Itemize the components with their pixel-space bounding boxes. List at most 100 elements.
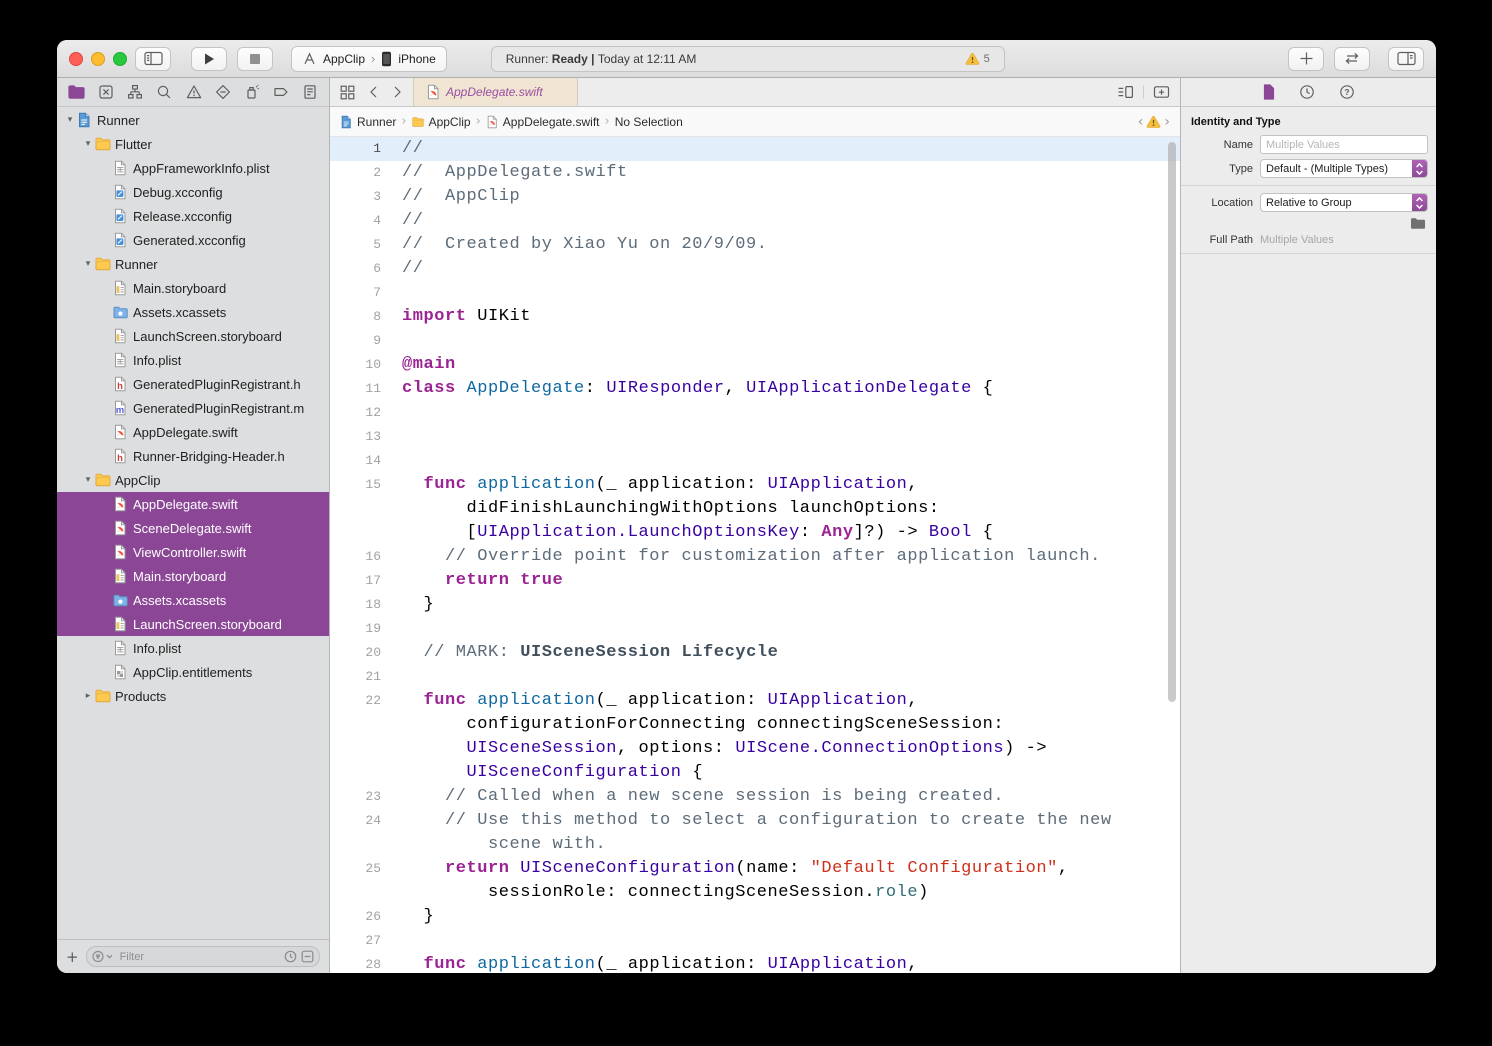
breadcrumb-runner[interactable]: Runner (340, 115, 396, 129)
quick-help-inspector-icon[interactable]: ? (1339, 84, 1355, 100)
file-inspector-icon[interactable] (1262, 84, 1275, 100)
scm-filter-icon[interactable] (301, 950, 314, 963)
name-field[interactable]: Multiple Values (1260, 135, 1428, 154)
tree-item-assets-xcassets[interactable]: Assets.xcassets (57, 300, 329, 324)
type-dropdown[interactable]: Default - (Multiple Types) (1260, 159, 1428, 178)
tree-item-label: AppClip (112, 473, 161, 488)
choose-folder-icon[interactable] (1410, 217, 1426, 230)
prev-issue-button[interactable]: ‹ (1138, 114, 1144, 130)
code-text: func application(_ application: UIApplic… (381, 689, 918, 713)
library-add-button[interactable] (1288, 47, 1324, 71)
entitlements-icon (113, 664, 130, 680)
forward-button[interactable] (392, 85, 403, 99)
name-placeholder: Multiple Values (1266, 139, 1340, 151)
tree-item-generatedpluginregistrant-h[interactable]: hGeneratedPluginRegistrant.h (57, 372, 329, 396)
filter-input[interactable]: Filter (86, 946, 320, 967)
scheme-selector[interactable]: AppClip › iPhone (291, 46, 447, 72)
navigator-tab-bar (57, 78, 329, 107)
tree-item-appclip-entitlements[interactable]: AppClip.entitlements (57, 660, 329, 684)
next-issue-button[interactable]: › (1164, 114, 1170, 130)
line-number: 21 (330, 665, 381, 689)
warning-counter[interactable]: 5 (965, 52, 990, 65)
source-control-navigator-icon[interactable] (98, 84, 114, 100)
tree-item-release-xcconfig[interactable]: Release.xcconfig (57, 204, 329, 228)
breadcrumb-appclip[interactable]: AppClip (412, 115, 471, 129)
tree-item-main-storyboard[interactable]: Main.storyboard (57, 276, 329, 300)
location-dropdown[interactable]: Relative to Group (1260, 193, 1428, 212)
tab-appdelegate[interactable]: AppDelegate.swift (413, 78, 578, 106)
code-line: 4// (330, 209, 1180, 233)
symbol-navigator-icon[interactable] (127, 84, 143, 100)
add-editor-icon[interactable] (1153, 84, 1170, 100)
activity-status-bar[interactable]: Runner: Ready | Today at 12:11 AM 5 (491, 46, 1005, 72)
close-window-button[interactable] (69, 52, 83, 66)
line-number: 16 (330, 545, 381, 569)
tree-item-debug-xcconfig[interactable]: Debug.xcconfig (57, 180, 329, 204)
tree-item-viewcontroller-swift[interactable]: ViewController.swift (57, 540, 329, 564)
test-navigator-icon[interactable] (215, 84, 231, 100)
editor-arrows-button[interactable] (1334, 47, 1370, 71)
adjust-editor-icon[interactable] (1117, 84, 1134, 100)
tree-item-launchscreen-storyboard[interactable]: LaunchScreen.storyboard (57, 612, 329, 636)
history-inspector-icon[interactable] (1299, 84, 1315, 100)
tree-item-products[interactable]: ▸Products (57, 684, 329, 708)
source-code-editor[interactable]: 1//2// AppDelegate.swift3// AppClip4//5/… (330, 137, 1180, 973)
code-line: 2// AppDelegate.swift (330, 161, 1180, 185)
code-text: sessionRole: connectingSceneSession.role… (381, 881, 929, 905)
disclosure-triangle-icon[interactable]: ▾ (81, 259, 95, 269)
back-button[interactable] (368, 85, 379, 99)
tree-item-info-plist[interactable]: Info.plist (57, 348, 329, 372)
related-items-icon[interactable] (340, 85, 355, 100)
code-text: UISceneSession, options: UIScene.Connect… (381, 737, 1047, 761)
tree-item-runner[interactable]: ▾Runner (57, 252, 329, 276)
find-navigator-icon[interactable] (156, 84, 172, 100)
disclosure-triangle-icon[interactable]: ▾ (81, 139, 95, 149)
tree-item-appclip[interactable]: ▾ AppClip (57, 468, 329, 492)
tree-item-appdelegate-swift[interactable]: AppDelegate.swift (57, 492, 329, 516)
tree-item-main-storyboard[interactable]: Main.storyboard (57, 564, 329, 588)
breadcrumb-appdelegate-swift[interactable]: AppDelegate.swift (486, 115, 600, 129)
breadcrumb-label: No Selection (615, 115, 683, 129)
code-text: return true (381, 569, 563, 593)
tree-item-label: GeneratedPluginRegistrant.m (130, 401, 304, 416)
tree-item-label: AppDelegate.swift (130, 497, 238, 512)
report-navigator-icon[interactable] (302, 84, 318, 100)
stop-button[interactable] (237, 47, 273, 71)
disclosure-triangle-icon[interactable]: ▸ (81, 691, 95, 701)
breadcrumb-label: Runner (357, 115, 396, 129)
code-text: [UIApplication.LaunchOptionsKey: Any]?) … (381, 521, 993, 545)
toggle-navigator-button[interactable] (135, 47, 171, 71)
tree-item-generated-xcconfig[interactable]: Generated.xcconfig (57, 228, 329, 252)
disclosure-triangle-icon[interactable]: ▾ (81, 475, 95, 485)
status-project: Runner: (506, 52, 549, 66)
tree-item-appframeworkinfo-plist[interactable]: AppFrameworkInfo.plist (57, 156, 329, 180)
debug-navigator-icon[interactable] (244, 84, 260, 100)
tree-item-launchscreen-storyboard[interactable]: LaunchScreen.storyboard (57, 324, 329, 348)
xcconfig-icon (113, 184, 130, 200)
add-file-button[interactable]: + (66, 948, 79, 966)
disclosure-triangle-icon[interactable]: ▾ (63, 115, 77, 125)
tree-item-assets-xcassets[interactable]: Assets.xcassets (57, 588, 329, 612)
header-icon: h (113, 376, 130, 392)
tree-item-info-plist[interactable]: Info.plist (57, 636, 329, 660)
line-number: 10 (330, 353, 381, 377)
minimize-window-button[interactable] (91, 52, 105, 66)
run-button[interactable] (191, 47, 227, 71)
tree-item-scenedelegate-swift[interactable]: SceneDelegate.swift (57, 516, 329, 540)
tree-item-label: Runner-Bridging-Header.h (130, 449, 285, 464)
tree-item-flutter[interactable]: ▾Flutter (57, 132, 329, 156)
zoom-window-button[interactable] (113, 52, 127, 66)
breakpoint-navigator-icon[interactable] (273, 84, 289, 100)
section-title: Identity and Type (1181, 107, 1436, 135)
tree-item-generatedpluginregistrant-m[interactable]: mGeneratedPluginRegistrant.m (57, 396, 329, 420)
tree-item-runner[interactable]: ▾Runner (57, 108, 329, 132)
editor-scrollbar[interactable] (1168, 142, 1176, 702)
breadcrumb-no-selection[interactable]: No Selection (615, 115, 683, 129)
tree-item-appdelegate-swift[interactable]: AppDelegate.swift (57, 420, 329, 444)
toggle-inspector-button[interactable] (1388, 47, 1424, 71)
recent-files-icon[interactable] (284, 950, 297, 963)
issue-navigator-icon[interactable] (186, 84, 202, 100)
project-navigator-icon[interactable] (68, 85, 85, 99)
warning-icon[interactable] (1146, 115, 1161, 128)
tree-item-runner-bridging-header-h[interactable]: hRunner-Bridging-Header.h (57, 444, 329, 468)
